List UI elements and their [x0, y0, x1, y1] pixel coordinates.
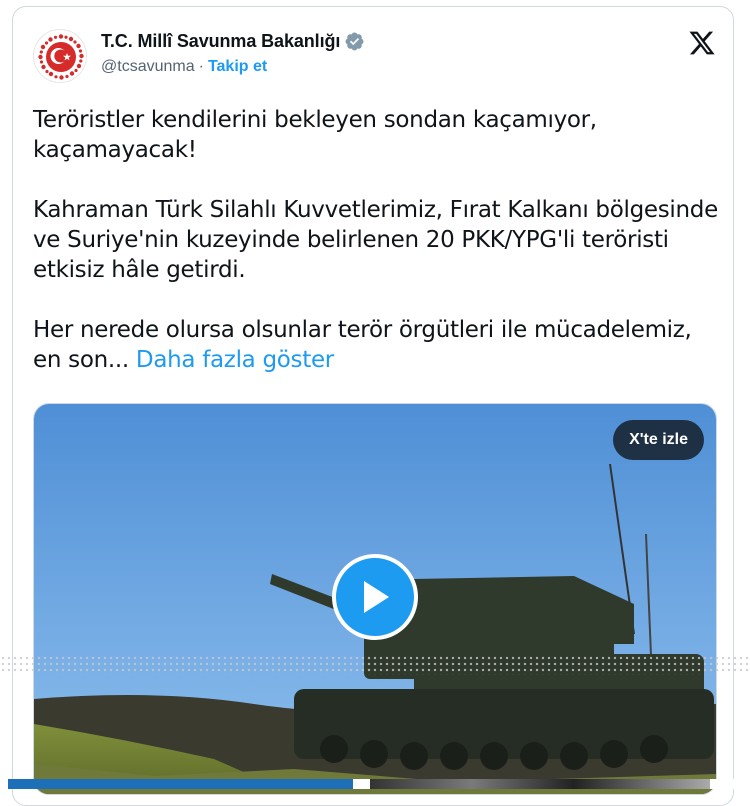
- dotted-divider: [0, 655, 750, 675]
- video-player[interactable]: X'te izle: [33, 403, 717, 795]
- tweet-paragraph: Teröristler kendilerini bekleyen sondan …: [33, 107, 597, 163]
- verified-badge-icon: [345, 32, 364, 51]
- display-name[interactable]: T.C. Millî Savunma Bakanlığı: [101, 31, 340, 52]
- tweet-header: T.C. Millî Savunma Bakanlığı @tcsavunma …: [33, 27, 723, 87]
- tweet-truncated-text: Her nerede olursa olsunlar terör örgütle…: [33, 317, 692, 373]
- tweet-paragraph-last: Her nerede olursa olsunlar terör örgütle…: [33, 315, 723, 375]
- watch-on-x-button[interactable]: X'te izle: [613, 420, 704, 460]
- handle[interactable]: @tcsavunma: [101, 58, 195, 76]
- separator: ·: [198, 58, 204, 75]
- next-content-image: [370, 779, 710, 789]
- tweet-card[interactable]: T.C. Millî Savunma Bakanlığı @tcsavunma …: [12, 6, 734, 806]
- next-content-preview: [0, 779, 750, 789]
- x-logo-icon[interactable]: [687, 29, 717, 57]
- sub-row: @tcsavunma · Takip et: [101, 58, 267, 76]
- play-icon: [364, 581, 389, 613]
- avatar[interactable]: [33, 29, 87, 83]
- tweet-text: Teröristler kendilerini bekleyen sondan …: [33, 105, 723, 375]
- tweet-paragraph: Kahraman Türk Silahlı Kuvvetlerimiz, Fır…: [33, 197, 718, 283]
- next-content-blue: [8, 779, 353, 789]
- follow-button[interactable]: Takip et: [208, 58, 267, 76]
- name-row: T.C. Millî Savunma Bakanlığı: [101, 31, 365, 52]
- play-button[interactable]: [332, 554, 418, 640]
- show-more-link[interactable]: Daha fazla göster: [136, 347, 334, 373]
- ministry-emblem-icon: [36, 32, 86, 82]
